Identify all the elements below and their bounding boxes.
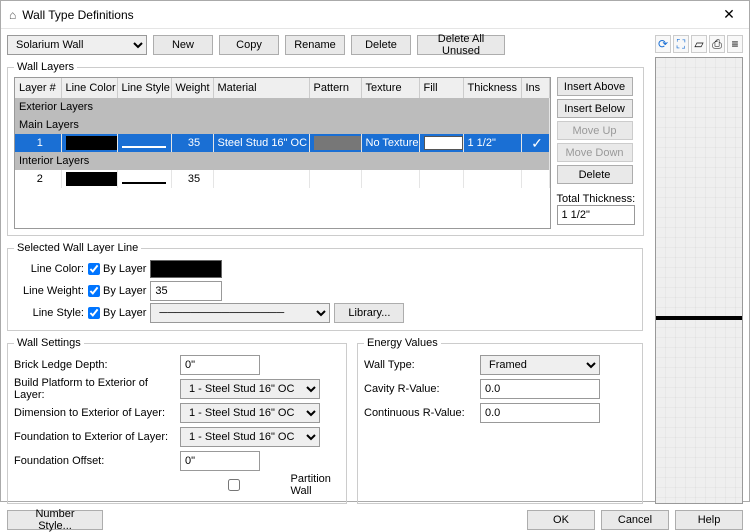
layer-side-buttons: Insert Above Insert Below Move Up Move D… (557, 77, 637, 229)
line-color-swatch[interactable] (150, 260, 222, 278)
preview-canvas[interactable] (655, 57, 743, 504)
delete-button[interactable]: Delete (351, 35, 411, 55)
selected-layer-line-group: Selected Wall Layer Line Line Color: By … (7, 242, 643, 331)
foundation-offset-field[interactable] (180, 451, 260, 471)
build-platform-select[interactable]: 1 - Steel Stud 16" OC (180, 379, 320, 399)
wall-layers-legend: Wall Layers (14, 61, 77, 73)
settings-icon[interactable]: ≡ (727, 35, 743, 53)
total-thickness-field[interactable] (557, 205, 635, 225)
layers-grid[interactable]: Layer # Line Color Line Style Weight Mat… (14, 77, 551, 229)
titlebar: ⌂ Wall Type Definitions ✕ (1, 1, 749, 29)
layer-row-1[interactable]: 1 35 Steel Stud 16" OC No Texture 1 1/2"… (15, 134, 549, 152)
cancel-button[interactable]: Cancel (601, 510, 669, 530)
copy-button[interactable]: Copy (219, 35, 279, 55)
delete-layer-button[interactable]: Delete (557, 165, 633, 184)
layer-row-2[interactable]: 2 35 (15, 170, 549, 188)
number-style-button[interactable]: Number Style... (7, 510, 103, 530)
new-button[interactable]: New (153, 35, 213, 55)
energy-values-group: Energy Values Wall Type: Framed Cavity R… (357, 337, 643, 504)
foundation-ext-select[interactable]: 1 - Steel Stud 16" OC (180, 427, 320, 447)
section-interior[interactable]: Interior Layers (15, 152, 549, 170)
print-icon[interactable]: ⎙ (709, 35, 725, 53)
ok-button[interactable]: OK (527, 510, 595, 530)
library-button[interactable]: Library... (334, 303, 404, 323)
cavity-r-field[interactable] (480, 379, 600, 399)
continuous-r-field[interactable] (480, 403, 600, 423)
footer: Number Style... OK Cancel Help (1, 510, 749, 530)
line-style-bylayer[interactable]: By Layer (88, 307, 146, 319)
preview-panel: ⟳ ⛶ ▱ ⎙ ≡ (649, 29, 749, 510)
rename-button[interactable]: Rename (285, 35, 345, 55)
delete-all-unused-button[interactable]: Delete All Unused (417, 35, 505, 55)
dimension-ext-select[interactable]: 1 - Steel Stud 16" OC (180, 403, 320, 423)
section-main[interactable]: Main Layers (15, 116, 549, 134)
wall-type-select[interactable]: Solarium Wall (7, 35, 147, 55)
section-exterior[interactable]: Exterior Layers (15, 98, 549, 116)
help-button[interactable]: Help (675, 510, 743, 530)
energy-wall-type-select[interactable]: Framed (480, 355, 600, 375)
insert-above-button[interactable]: Insert Above (557, 77, 633, 96)
brick-ledge-field[interactable] (180, 355, 260, 375)
refresh-icon[interactable]: ⟳ (655, 35, 671, 53)
line-color-bylayer[interactable]: By Layer (88, 263, 146, 275)
toolbar: Solarium Wall New Copy Rename Delete Del… (7, 35, 643, 55)
total-thickness-label: Total Thickness: (557, 193, 637, 205)
fit-icon[interactable]: ⛶ (673, 35, 689, 53)
line-weight-field[interactable] (150, 281, 222, 301)
line-weight-bylayer[interactable]: By Layer (88, 285, 146, 297)
wall-settings-group: Wall Settings Brick Ledge Depth: Build P… (7, 337, 347, 504)
wall-layers-group: Wall Layers Layer # Line Color (7, 61, 644, 236)
move-up-button[interactable]: Move Up (557, 121, 633, 140)
window-title: Wall Type Definitions (22, 8, 709, 22)
view-icon[interactable]: ▱ (691, 35, 707, 53)
move-down-button[interactable]: Move Down (557, 143, 633, 162)
grid-header-row: Layer # Line Color Line Style Weight Mat… (15, 78, 549, 98)
insert-below-button[interactable]: Insert Below (557, 99, 633, 118)
wall-preview-line (656, 316, 742, 320)
line-style-select[interactable]: ──────────────── (150, 303, 330, 323)
preview-iconbar: ⟳ ⛶ ▱ ⎙ ≡ (655, 35, 743, 53)
partition-wall-checkbox[interactable]: Partition Wall (180, 473, 340, 497)
check-icon: ✓ (531, 135, 543, 151)
close-button[interactable]: ✕ (709, 1, 749, 28)
app-icon: ⌂ (9, 8, 16, 22)
